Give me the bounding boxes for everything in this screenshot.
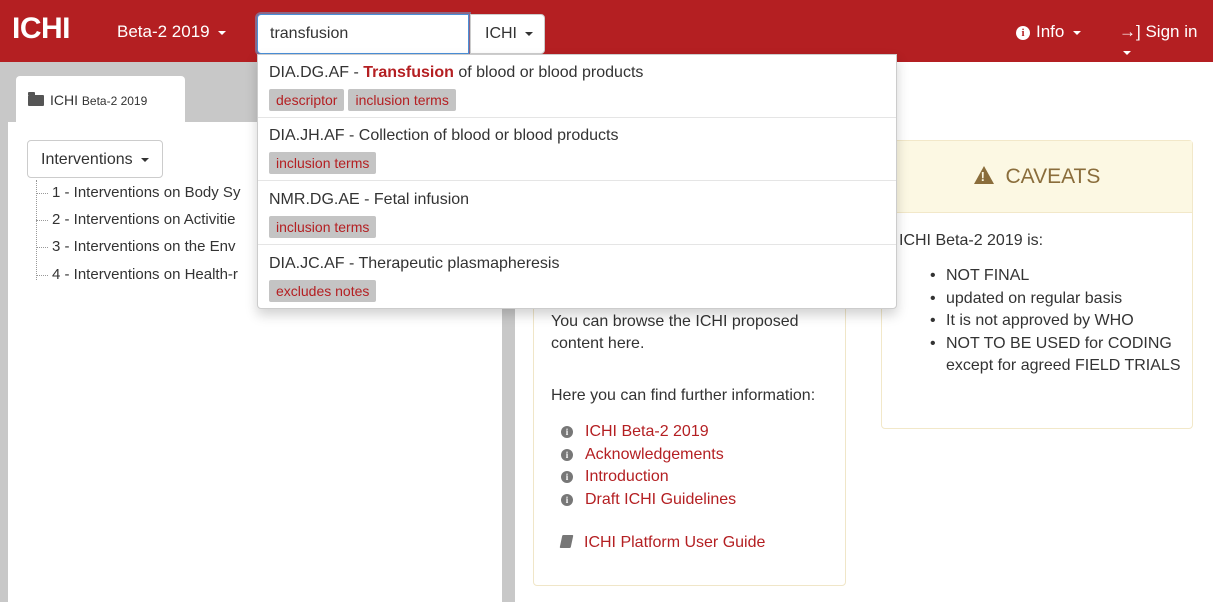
tab-label: ICHI xyxy=(50,92,78,108)
release-dropdown[interactable]: Beta-2 2019 xyxy=(117,22,227,42)
suggestion-match: Transfusion xyxy=(363,64,454,81)
suggestion-title: DIA.JH.AF - Collection of blood or blood… xyxy=(269,127,619,145)
caveats-list: NOT FINAL updated on regular basis It is… xyxy=(928,265,1188,378)
welcome-text: You can browse the ICHI proposed content… xyxy=(551,313,799,352)
info-icon: i xyxy=(1016,26,1030,40)
search-scope-label: ICHI xyxy=(485,25,517,42)
top-navbar: ICHI Beta-2 2019 ICHI i Info →] Sign in xyxy=(0,0,1213,62)
suggestion-code: DIA.JC.AF xyxy=(269,255,345,272)
tab-ichi[interactable]: ICHI Beta-2 2019 xyxy=(16,76,185,122)
chevron-down-icon xyxy=(218,30,227,35)
suggestion-tags: descriptor inclusion terms xyxy=(269,89,460,111)
suggestion-text: - Collection of blood or blood products xyxy=(344,127,619,144)
link-user-guide[interactable]: ICHI Platform User Guide xyxy=(559,534,766,552)
link-label: ICHI Beta-2 2019 xyxy=(585,423,709,440)
tree-item-label: 3 - Interventions on the Env xyxy=(52,238,236,255)
tree-item[interactable]: 3 - Interventions on the Env xyxy=(36,238,235,258)
tag-badge: excludes notes xyxy=(269,280,377,302)
warning-icon xyxy=(973,166,994,184)
chevron-down-icon xyxy=(141,157,150,162)
suggestion-tags: inclusion terms xyxy=(269,216,380,238)
tag-badge: descriptor xyxy=(269,89,345,111)
suggestion-code: NMR.DG.AE xyxy=(269,191,360,208)
link-label: Draft ICHI Guidelines xyxy=(585,490,737,508)
brand-logo[interactable]: ICHI xyxy=(12,12,71,46)
suggestion-text: - Therapeutic plasmapheresis xyxy=(344,255,560,272)
tag-badge: inclusion terms xyxy=(348,89,456,111)
info-icon: i xyxy=(561,448,573,461)
chevron-down-icon xyxy=(525,31,534,36)
release-label: Beta-2 2019 xyxy=(117,22,210,41)
search-input[interactable] xyxy=(257,14,469,54)
suggestion-code: DIA.DG.AF xyxy=(269,64,350,81)
suggestion-text: of blood or blood products xyxy=(453,64,644,81)
tag-badge: inclusion terms xyxy=(269,216,377,238)
caveat-item: updated on regular basis xyxy=(928,288,1188,311)
info-icon: i xyxy=(561,471,573,483)
link-ichi-beta[interactable]: i ICHI Beta-2 2019 xyxy=(561,423,736,446)
tree-item[interactable]: 2 - Interventions on Activitie xyxy=(36,211,235,231)
book-icon xyxy=(559,535,574,548)
further-info-text: Here you can find further information: xyxy=(551,387,816,404)
suggestion-item[interactable]: NMR.DG.AE - Fetal infusion inclusion ter… xyxy=(258,182,896,245)
link-introduction[interactable]: i Introduction xyxy=(561,468,736,491)
caveat-item: It is not approved by WHO xyxy=(928,310,1188,333)
suggestion-title: DIA.JC.AF - Therapeutic plasmapheresis xyxy=(269,255,559,273)
tag-badge: inclusion terms xyxy=(269,152,377,174)
search-suggestions: DIA.DG.AF - Transfusion of blood or bloo… xyxy=(257,54,897,309)
suggestion-title: NMR.DG.AE - Fetal infusion xyxy=(269,191,469,209)
tree-item-label: 2 - Interventions on Activitie xyxy=(52,211,236,228)
info-icon: i xyxy=(561,426,573,438)
tree-item-label: 4 - Interventions on Health-r xyxy=(52,266,238,283)
suggestion-code: DIA.JH.AF xyxy=(269,127,345,144)
suggestion-item[interactable]: DIA.JC.AF - Therapeutic plasmapheresis e… xyxy=(258,246,896,309)
suggestion-item[interactable]: DIA.DG.AF - Transfusion of blood or bloo… xyxy=(258,55,896,118)
suggestion-title: DIA.DG.AF - Transfusion of blood or bloo… xyxy=(269,64,643,82)
search-group: ICHI xyxy=(257,14,545,54)
caveats-title: CAVEATS xyxy=(1005,165,1101,188)
suggestion-text: - xyxy=(349,64,364,81)
tree-branch xyxy=(36,246,48,248)
chevron-down-icon xyxy=(1123,50,1131,55)
tree-branch xyxy=(36,192,48,194)
sign-in-menu[interactable]: →] Sign in xyxy=(1119,22,1213,62)
tree-branch xyxy=(36,219,48,221)
suggestion-item[interactable]: DIA.JH.AF - Collection of blood or blood… xyxy=(258,118,896,181)
info-links: i ICHI Beta-2 2019 i Acknowledgements i Int… xyxy=(561,423,736,513)
caveat-item: NOT TO BE USED for CODING except for agr… xyxy=(928,333,1188,378)
tab-sublabel: Beta-2 2019 xyxy=(81,94,148,108)
caveat-item: NOT FINAL xyxy=(928,265,1188,288)
link-draft-guidelines[interactable]: i Draft ICHI Guidelines xyxy=(561,491,736,514)
link-label: Acknowledgements xyxy=(585,445,724,463)
folder-open-icon xyxy=(28,92,44,106)
info-menu[interactable]: i Info xyxy=(1016,22,1082,42)
tree-item[interactable]: 1 - Interventions on Body Sy xyxy=(36,184,240,204)
tree-item-label: 1 - Interventions on Body Sy xyxy=(52,184,241,201)
chevron-down-icon xyxy=(1073,30,1082,35)
tree-item[interactable]: 4 - Interventions on Health-r xyxy=(36,266,238,286)
interventions-label: Interventions xyxy=(41,151,133,168)
sign-in-label: Sign in xyxy=(1145,22,1198,41)
suggestion-text: - Fetal infusion xyxy=(359,191,470,208)
link-acknowledgements[interactable]: i Acknowledgements xyxy=(561,446,736,469)
search-scope-dropdown[interactable]: ICHI xyxy=(470,14,545,54)
link-label: Introduction xyxy=(585,468,669,485)
info-icon: i xyxy=(561,493,573,506)
suggestion-tags: inclusion terms xyxy=(269,152,380,174)
sign-in-icon: →] xyxy=(1119,22,1141,41)
link-label: ICHI Platform User Guide xyxy=(584,534,766,551)
tree-branch xyxy=(36,274,48,276)
interventions-dropdown[interactable]: Interventions xyxy=(27,140,163,178)
info-menu-label: Info xyxy=(1036,22,1065,41)
caveats-intro: ICHI Beta-2 2019 is: xyxy=(899,232,1044,249)
caveats-heading: CAVEATS xyxy=(882,141,1192,213)
suggestion-tags: excludes notes xyxy=(269,280,380,302)
